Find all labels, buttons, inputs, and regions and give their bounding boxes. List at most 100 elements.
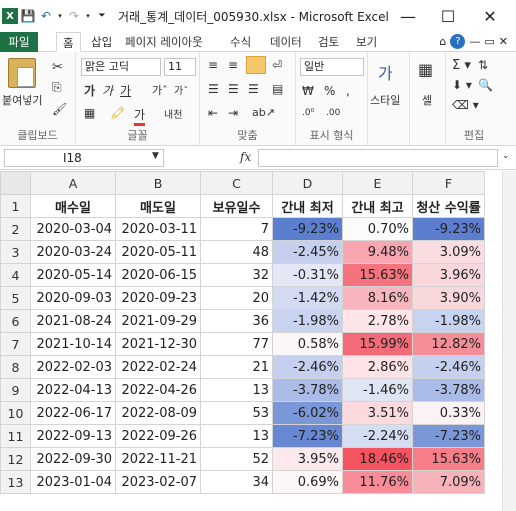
fill-color-icon[interactable]: 🖍 <box>110 106 125 120</box>
increase-font-icon[interactable]: 가ˆ <box>152 82 168 98</box>
cell-period-low[interactable]: 0.69% <box>272 470 343 494</box>
expand-formula-icon[interactable]: ⌄ <box>502 151 510 161</box>
cell-holding-days[interactable]: 34 <box>200 470 273 494</box>
column-header-e[interactable]: E <box>342 171 413 195</box>
cell-exit-return[interactable]: -7.23% <box>412 424 485 448</box>
cell-exit-return[interactable]: 7.09% <box>412 470 485 494</box>
cell-period-low[interactable]: 0.58% <box>272 332 343 356</box>
formula-input[interactable] <box>258 149 498 167</box>
cells-button[interactable]: 셀 <box>422 92 432 108</box>
row-header[interactable]: 3 <box>0 240 31 264</box>
cell-period-high[interactable]: 15.63% <box>342 263 413 287</box>
row-header[interactable]: 9 <box>0 378 31 402</box>
row-header[interactable]: 13 <box>0 470 31 494</box>
doc-restore-icon[interactable]: ▭ <box>484 35 494 48</box>
underline-icon[interactable]: 가 <box>120 82 131 99</box>
row-header[interactable]: 1 <box>0 194 31 218</box>
cell-holding-days[interactable]: 36 <box>200 309 273 333</box>
align-bottom-button[interactable] <box>246 56 266 74</box>
bold-icon[interactable]: 가 <box>84 82 95 99</box>
help-icon[interactable]: ? <box>450 34 466 49</box>
cell-buy-date[interactable]: 2023-01-04 <box>30 470 116 494</box>
styles-icon[interactable]: 가 <box>378 60 393 84</box>
cell-exit-return[interactable]: -2.46% <box>412 355 485 379</box>
cell-period-high[interactable]: 11.76% <box>342 470 413 494</box>
cell-holding-days[interactable]: 21 <box>200 355 273 379</box>
phonetic-icon[interactable]: 내천 <box>164 106 182 121</box>
orientation-icon[interactable]: ab↗ <box>252 106 275 119</box>
cell-period-high[interactable]: 8.16% <box>342 286 413 310</box>
column-header-b[interactable]: B <box>115 171 201 195</box>
increase-decimal-icon[interactable]: .0⁰ <box>302 108 314 118</box>
cell-period-high[interactable]: 0.70% <box>342 217 413 241</box>
align-left-icon[interactable]: ☰ <box>208 82 219 96</box>
cell-period-high[interactable]: -2.24% <box>342 424 413 448</box>
vertical-scrollbar[interactable] <box>502 171 516 511</box>
cell-period-high[interactable]: 3.51% <box>342 401 413 425</box>
cell-sell-date[interactable]: 2022-11-21 <box>115 447 201 471</box>
column-header-a[interactable]: A <box>30 171 116 195</box>
select-all-corner[interactable] <box>0 171 31 195</box>
paste-button[interactable]: 붙여넣기 <box>2 92 42 108</box>
decrease-font-icon[interactable]: 가ˇ <box>174 82 188 97</box>
cell-buy-date[interactable]: 2021-10-14 <box>30 332 116 356</box>
font-size-select[interactable]: 11 <box>164 58 196 76</box>
font-color-icon[interactable]: 가 <box>134 106 146 126</box>
cells-icon[interactable]: ▦ <box>418 60 433 79</box>
align-top-icon[interactable]: ≡ <box>208 58 218 72</box>
cell-sell-date[interactable]: 2023-02-07 <box>115 470 201 494</box>
column-header-f[interactable]: F <box>412 171 485 195</box>
tab-page-layout[interactable]: 페이지 레이아웃 <box>125 32 203 52</box>
tab-file[interactable]: 파일 <box>0 32 38 52</box>
row-header[interactable]: 12 <box>0 447 31 471</box>
cell-holding-days[interactable]: 20 <box>200 286 273 310</box>
undo-icon[interactable]: ↶ <box>38 8 54 24</box>
column-header-c[interactable]: C <box>200 171 273 195</box>
cell-period-low[interactable]: -0.31% <box>272 263 343 287</box>
header-cell-sell-date[interactable]: 매도일 <box>115 194 201 218</box>
cell-buy-date[interactable]: 2022-09-13 <box>30 424 116 448</box>
borders-icon[interactable]: ▦ <box>84 106 95 120</box>
cell-exit-return[interactable]: 3.96% <box>412 263 485 287</box>
styles-button[interactable]: 스타일 <box>370 92 400 108</box>
name-box[interactable]: I18 <box>4 149 164 167</box>
align-center-icon[interactable]: ☰ <box>228 82 239 96</box>
align-middle-icon[interactable]: ≡ <box>228 58 238 72</box>
italic-icon[interactable]: 가 <box>102 82 113 99</box>
tab-formulas[interactable]: 수식 <box>230 32 251 52</box>
cell-holding-days[interactable]: 77 <box>200 332 273 356</box>
header-cell-holding-days[interactable]: 보유일수 <box>200 194 273 218</box>
header-cell-exit-return[interactable]: 청산 수익률 <box>412 194 485 218</box>
save-icon[interactable]: 💾 <box>20 8 36 24</box>
sort-filter-icon[interactable]: ⇅ <box>478 58 488 72</box>
cell-exit-return[interactable]: 3.09% <box>412 240 485 264</box>
tab-home[interactable]: 홈 <box>56 32 81 52</box>
name-box-dropdown-icon[interactable]: ▼ <box>152 151 159 161</box>
cell-period-low[interactable]: -6.02% <box>272 401 343 425</box>
copy-icon[interactable]: ⎘ <box>52 80 62 95</box>
cell-sell-date[interactable]: 2022-09-26 <box>115 424 201 448</box>
doc-minimize-icon[interactable]: — <box>469 35 480 48</box>
cell-exit-return[interactable]: -3.78% <box>412 378 485 402</box>
percent-style-icon[interactable]: % <box>324 84 335 98</box>
cell-buy-date[interactable]: 2021-08-24 <box>30 309 116 333</box>
row-header[interactable]: 2 <box>0 217 31 241</box>
cell-period-low[interactable]: -9.23% <box>272 217 343 241</box>
font-name-select[interactable]: 맑은 고딕 <box>81 58 161 76</box>
redo-icon[interactable]: ↷ <box>66 8 82 24</box>
cell-holding-days[interactable]: 13 <box>200 424 273 448</box>
row-header[interactable]: 11 <box>0 424 31 448</box>
cell-buy-date[interactable]: 2022-09-30 <box>30 447 116 471</box>
cell-buy-date[interactable]: 2020-03-24 <box>30 240 116 264</box>
cell-period-low[interactable]: -2.46% <box>272 355 343 379</box>
cell-period-low[interactable]: -1.42% <box>272 286 343 310</box>
merge-center-icon[interactable]: ▤ <box>272 82 283 96</box>
redo-dropdown-icon[interactable]: ▾ <box>84 8 92 24</box>
decrease-decimal-icon[interactable]: .00 <box>326 108 340 118</box>
undo-dropdown-icon[interactable]: ▾ <box>56 8 64 24</box>
cell-buy-date[interactable]: 2022-02-03 <box>30 355 116 379</box>
cell-sell-date[interactable]: 2022-04-26 <box>115 378 201 402</box>
cell-period-high[interactable]: 15.99% <box>342 332 413 356</box>
cell-period-low[interactable]: -1.98% <box>272 309 343 333</box>
row-header[interactable]: 8 <box>0 355 31 379</box>
